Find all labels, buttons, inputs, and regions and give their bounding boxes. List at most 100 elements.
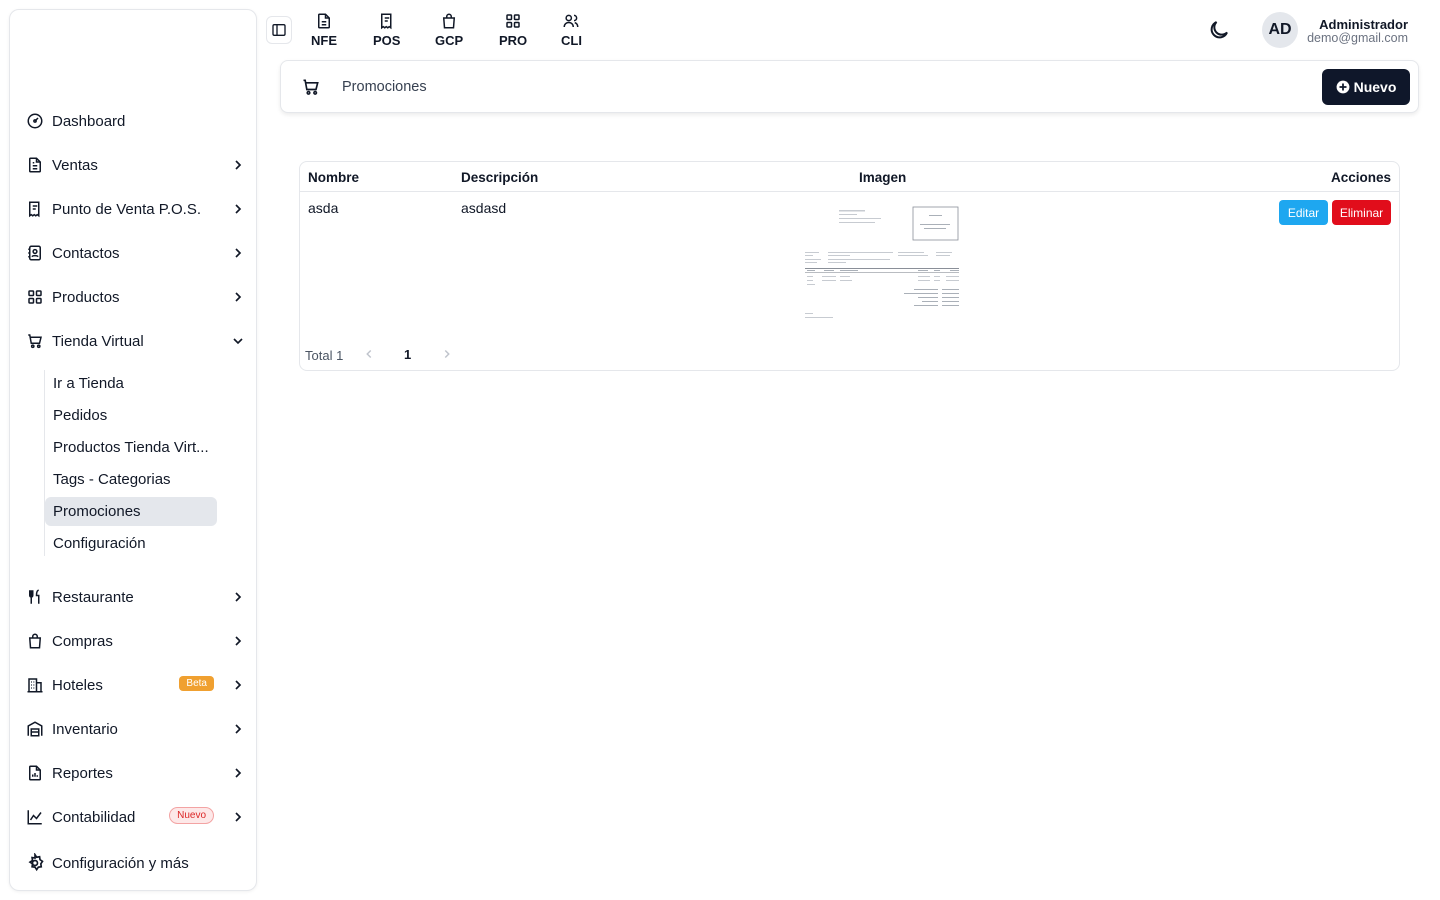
beta-badge: Beta — [179, 676, 214, 691]
user-email: demo@gmail.com — [1307, 31, 1408, 45]
sidebar-subitem-configuracion[interactable]: Configuración — [45, 529, 217, 558]
submenu-divider — [44, 370, 45, 556]
sidebar-item-productos[interactable]: Productos — [24, 285, 246, 309]
quick-link-label: GCP — [435, 33, 464, 48]
sidebar-item-label: Restaurante — [52, 588, 134, 606]
quick-link-pos[interactable]: POS — [373, 12, 400, 48]
shopping-bag-icon — [443, 13, 456, 29]
grid-icon — [24, 286, 46, 308]
chevron-right-icon — [235, 812, 242, 822]
chevron-right-icon — [235, 160, 242, 170]
quick-link-label: NFE — [311, 33, 337, 48]
cart-icon — [303, 79, 319, 95]
sidebar-item-pos[interactable]: Punto de Venta P.O.S. — [24, 197, 246, 221]
quick-link-label: PRO — [499, 33, 528, 48]
sidebar-item-configuracion-y-mas[interactable]: Configuración y más — [24, 851, 246, 875]
avatar[interactable]: AD — [1262, 12, 1298, 48]
sidebar-item-reportes[interactable]: Reportes — [24, 761, 246, 785]
gauge-icon — [24, 110, 46, 132]
sidebar-item-label: Ventas — [52, 156, 98, 174]
contact-book-icon — [24, 242, 46, 264]
shopping-bag-icon — [24, 630, 46, 652]
column-header-nombre[interactable]: Nombre — [308, 170, 359, 185]
sidebar-item-label: Inventario — [52, 720, 118, 738]
sidebar-item-label: Contactos — [52, 244, 120, 262]
sidebar-item-label: Tienda Virtual — [52, 332, 144, 350]
chevron-left-icon[interactable] — [362, 347, 376, 361]
chevron-down-icon — [233, 338, 243, 345]
warehouse-icon — [24, 718, 46, 740]
page-header: Promociones Nuevo — [280, 60, 1419, 113]
new-button[interactable]: Nuevo — [1322, 69, 1410, 105]
sidebar-item-contactos[interactable]: Contactos — [24, 241, 246, 265]
sidebar-item-label: Punto de Venta P.O.S. — [52, 200, 202, 218]
gear-icon — [24, 852, 46, 874]
chevron-right-icon — [235, 248, 242, 258]
new-button-label: Nuevo — [1353, 79, 1397, 95]
sidebar-item-hoteles[interactable]: Hoteles Beta — [24, 673, 246, 697]
nuevo-badge: Nuevo — [169, 807, 214, 824]
sidebar-item-compras[interactable]: Compras — [24, 629, 246, 653]
chevron-right-icon — [235, 768, 242, 778]
logo-area — [10, 10, 256, 102]
table-header-divider — [300, 191, 1399, 192]
building-icon — [24, 674, 46, 696]
chevron-right-icon — [235, 724, 242, 734]
moon-icon[interactable] — [1207, 18, 1231, 42]
receipt-icon — [24, 198, 46, 220]
promotions-table: Nombre Descripción Imagen Acciones asda … — [299, 161, 1400, 371]
quick-link-cli[interactable]: CLI — [561, 12, 582, 48]
delete-button[interactable]: Eliminar — [1332, 200, 1391, 225]
sidebar-toggle-button[interactable] — [266, 16, 292, 44]
panel-left-icon — [272, 24, 286, 36]
sidebar-item-inventario[interactable]: Inventario — [24, 717, 246, 741]
sidebar-item-restaurante[interactable]: Restaurante — [24, 585, 246, 609]
receipt-icon — [380, 13, 392, 30]
pagination-total: Total 1 — [305, 348, 344, 363]
sidebar-subitem-pedidos[interactable]: Pedidos — [45, 401, 217, 430]
chevron-right-icon — [235, 292, 242, 302]
quick-link-gcp[interactable]: GCP — [435, 12, 463, 48]
column-header-imagen: Imagen — [859, 170, 907, 185]
cell-nombre: asda — [308, 200, 339, 216]
utensils-icon — [24, 586, 46, 608]
cell-descripcion: asdasd — [461, 200, 507, 216]
report-icon — [24, 762, 46, 784]
quick-link-pro[interactable]: PRO — [499, 12, 527, 48]
sidebar: Dashboard Ventas Punto de Venta P.O.S. C… — [9, 9, 257, 891]
sidebar-item-label: Productos — [52, 288, 120, 306]
sidebar-subitem-tags-categorias[interactable]: Tags - Categorias — [45, 465, 217, 494]
quick-link-label: POS — [373, 33, 401, 48]
sidebar-item-dashboard[interactable]: Dashboard — [24, 109, 246, 133]
column-header-descripcion[interactable]: Descripción — [461, 170, 538, 185]
cart-icon — [24, 330, 46, 352]
chevron-right-icon — [235, 204, 242, 214]
edit-button[interactable]: Editar — [1279, 200, 1328, 225]
sidebar-item-label: Dashboard — [52, 112, 126, 130]
sidebar-item-label: Reportes — [52, 764, 113, 782]
sidebar-subitem-productos-tienda[interactable]: Productos Tienda Virt... — [45, 433, 217, 462]
pagination-page[interactable]: 1 — [404, 347, 411, 362]
chevron-right-icon[interactable] — [440, 347, 454, 361]
file-text-icon — [318, 13, 330, 29]
quick-link-nfe[interactable]: NFE — [311, 12, 337, 48]
file-text-icon — [24, 154, 46, 176]
grid-icon — [506, 14, 520, 28]
sidebar-subitem-promociones[interactable]: Promociones — [45, 497, 217, 526]
chart-line-icon — [24, 806, 46, 828]
sidebar-item-tienda-virtual[interactable]: Tienda Virtual — [24, 329, 246, 353]
column-header-acciones: Acciones — [1330, 170, 1391, 185]
sidebar-item-ventas[interactable]: Ventas — [24, 153, 246, 177]
chevron-right-icon — [235, 592, 242, 602]
chevron-right-icon — [235, 636, 242, 646]
chevron-right-icon — [235, 680, 242, 690]
sidebar-item-label: Compras — [52, 632, 113, 650]
sidebar-item-contabilidad[interactable]: Contabilidad Nuevo — [24, 805, 246, 829]
sidebar-item-label: Configuración y más — [52, 854, 189, 872]
user-name: Administrador — [1319, 17, 1408, 32]
users-icon — [563, 14, 579, 28]
quick-link-label: CLI — [561, 33, 582, 48]
promotion-image-thumbnail[interactable] — [804, 204, 962, 320]
plus-circle-icon — [1336, 80, 1350, 94]
sidebar-subitem-ir-a-tienda[interactable]: Ir a Tienda — [45, 369, 217, 398]
